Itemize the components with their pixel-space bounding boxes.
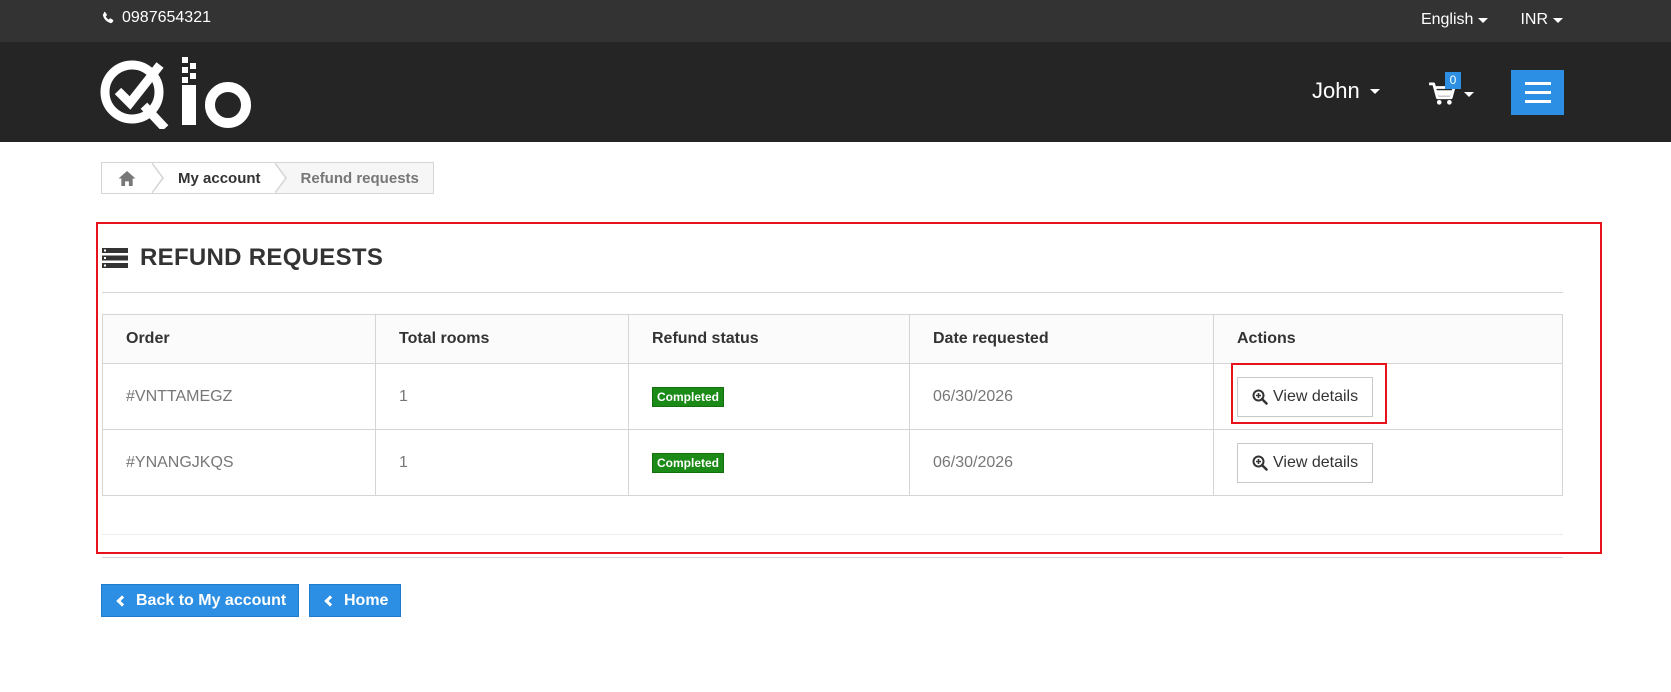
hamburger-menu-button[interactable] xyxy=(1511,70,1564,115)
column-header-order: Order xyxy=(102,314,376,364)
column-header-actions: Actions xyxy=(1213,314,1563,364)
total-rooms: 1 xyxy=(375,363,629,430)
zoom-in-icon xyxy=(1252,389,1268,405)
column-header-total-rooms: Total rooms xyxy=(375,314,629,364)
home-button[interactable]: Home xyxy=(309,584,402,617)
cart-button[interactable]: 0 xyxy=(1428,72,1478,112)
currency-dropdown[interactable]: INR xyxy=(1520,11,1563,29)
main-header: John 0 xyxy=(0,42,1671,142)
order-id: #YNANGJKQS xyxy=(102,429,376,496)
user-name: John xyxy=(1312,78,1360,103)
column-header-date-requested: Date requested xyxy=(909,314,1214,364)
user-menu[interactable]: John xyxy=(1312,78,1380,104)
phone-contact: 0987654321 xyxy=(101,9,211,27)
divider xyxy=(102,557,1563,558)
currency-label: INR xyxy=(1520,11,1548,28)
caret-down-icon xyxy=(1369,88,1380,94)
refund-requests-table: Order Total rooms Refund status Date req… xyxy=(102,314,1563,496)
back-to-my-account-button[interactable]: Back to My account xyxy=(101,584,300,617)
chevron-left-icon xyxy=(324,594,336,607)
title-divider xyxy=(102,292,1563,293)
top-bar: 0987654321 English INR xyxy=(0,0,1671,42)
order-id: #VNTTAMEGZ xyxy=(102,363,376,430)
breadcrumb-home[interactable] xyxy=(102,162,164,194)
chevron-left-icon xyxy=(116,594,128,607)
view-details-button[interactable]: View details xyxy=(1237,376,1374,417)
table-header-row: Order Total rooms Refund status Date req… xyxy=(102,314,1563,364)
table-row: #YNANGJKQS 1 Completed 06/30/2026 View d… xyxy=(102,429,1563,496)
caret-down-icon xyxy=(1553,17,1563,23)
caret-down-icon xyxy=(1464,92,1474,97)
date-requested: 06/30/2026 xyxy=(909,429,1214,496)
table-row: #VNTTAMEGZ 1 Completed 06/30/2026 View d… xyxy=(102,363,1563,430)
home-icon xyxy=(118,170,136,186)
breadcrumb: My account Refund requests xyxy=(101,162,434,194)
breadcrumb-my-account[interactable]: My account xyxy=(152,162,287,194)
hamburger-icon-bar xyxy=(1524,100,1551,103)
total-rooms: 1 xyxy=(375,429,629,496)
view-details-button[interactable]: View details xyxy=(1237,442,1374,483)
status-badge: Completed xyxy=(652,386,725,407)
list-icon xyxy=(102,248,128,268)
divider xyxy=(102,534,1563,535)
date-requested: 06/30/2026 xyxy=(909,363,1214,430)
hamburger-icon-bar xyxy=(1524,82,1551,85)
qlo-logo[interactable] xyxy=(100,55,256,129)
status-badge: Completed xyxy=(652,452,725,473)
page-title: REFUND REQUESTS xyxy=(102,244,383,272)
language-dropdown[interactable]: English xyxy=(1420,11,1489,29)
page-title-text: REFUND REQUESTS xyxy=(140,244,384,271)
cart-count-badge: 0 xyxy=(1445,72,1461,89)
zoom-in-icon xyxy=(1252,455,1268,471)
breadcrumb-current: Refund requests xyxy=(274,163,433,193)
hamburger-icon-bar xyxy=(1524,91,1551,94)
column-header-refund-status: Refund status xyxy=(628,314,910,364)
caret-down-icon xyxy=(1478,17,1489,23)
phone-icon xyxy=(102,11,114,24)
language-label: English xyxy=(1420,11,1474,28)
phone-number: 0987654321 xyxy=(122,9,211,26)
